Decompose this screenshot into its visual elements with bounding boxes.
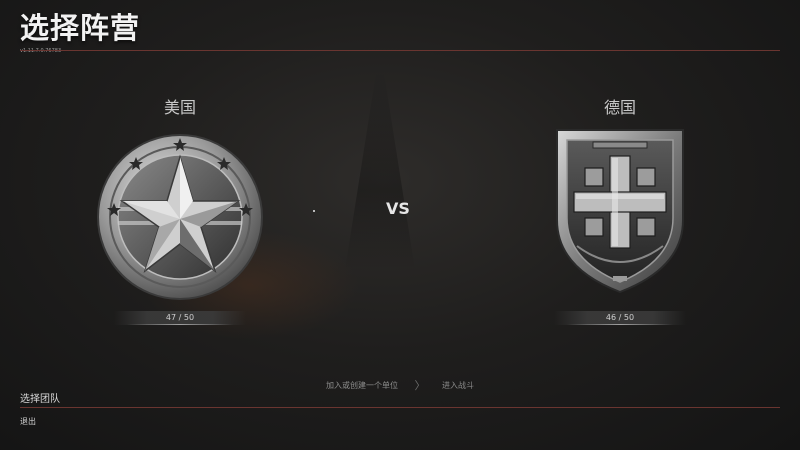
version-label: v1.11.7.0.76783 [20,48,62,54]
header: 选择阵营 [20,10,140,46]
page-title: 选择阵营 [20,11,141,45]
background-spire [345,70,415,270]
faction-count-usa: 47 / 50 [114,311,246,325]
select-team-label: 选择团队 [20,394,60,405]
vs-label: VS [386,199,410,218]
step-join-unit: 加入或创建一个单位 [325,381,398,390]
cursor-dot [313,210,315,212]
faction-count-germany: 46 / 50 [554,311,686,325]
exit-button[interactable]: 退出 [20,416,36,427]
faction-name-usa: 美国 [163,98,196,117]
header-divider [20,50,780,51]
german-cross-shield-icon[interactable] [555,128,685,294]
us-star-emblem-icon[interactable] [96,133,264,301]
chevron-right-icon: 〉 [414,379,426,392]
step-enter-battle: 进入战斗 [442,381,475,390]
faction-name-germany: 德国 [603,98,636,117]
footer-divider [20,407,780,408]
progress-steps: 加入或创建一个单位 〉 进入战斗 [0,377,800,393]
